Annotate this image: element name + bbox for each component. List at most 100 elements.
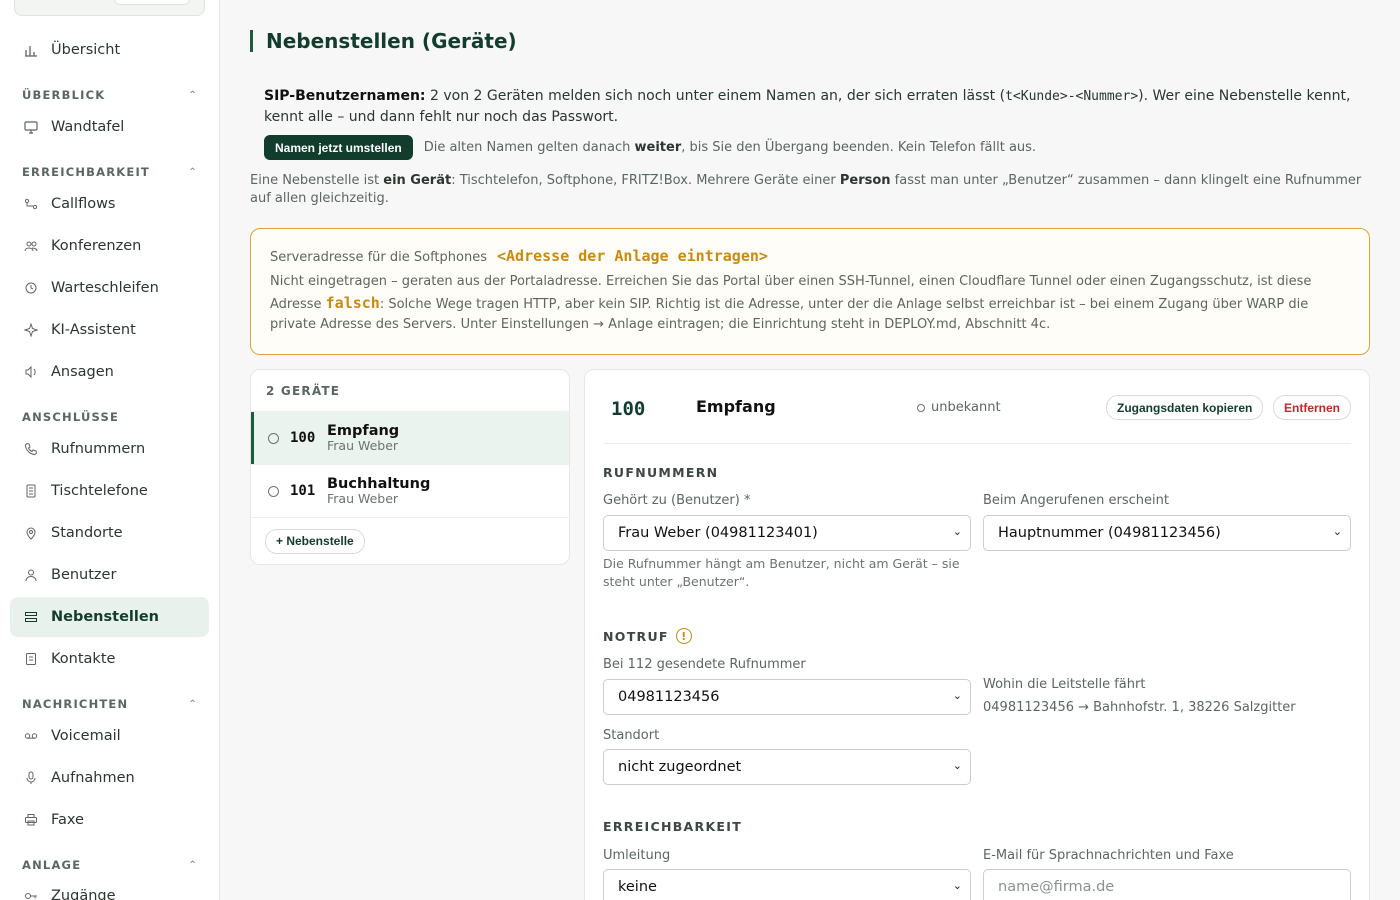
detail-number: 100 xyxy=(611,398,646,420)
copy-credentials-button[interactable]: Zugangsdaten kopieren xyxy=(1106,395,1264,420)
sidebar-item-label: Callflows xyxy=(51,196,116,212)
sidebar-item-label: Kontakte xyxy=(51,651,116,667)
user-field-label: Gehört zu (Benutzer) * xyxy=(603,493,751,508)
remove-button[interactable]: Entfernen xyxy=(1273,395,1352,420)
section-rufnummern: RUFNUMMERN xyxy=(603,465,719,480)
sidebar-item-warteschleifen[interactable]: Warteschleifen xyxy=(10,268,209,308)
forward-select[interactable]: keine ⌄ xyxy=(603,869,971,900)
sidebar-item-tischtelefone[interactable]: Tischtelefone xyxy=(10,471,209,511)
sidebar-section-erreichbarkeit[interactable]: ERREICHBARKEIT ⌃ xyxy=(22,165,198,179)
sidebar-item-ki-assistent[interactable]: KI-Assistent xyxy=(10,310,209,350)
user-field-help: Die Rufnummer hängt am Benutzer, nicht a… xyxy=(603,556,960,589)
section-notruf: NOTRUF! xyxy=(603,628,692,644)
sidebar-item-label: Aufnahmen xyxy=(51,770,135,786)
add-device-row: + Nebenstelle xyxy=(251,517,569,564)
sidebar-item-faxe[interactable]: Faxe xyxy=(10,800,209,840)
sidebar-item-label: Wandtafel xyxy=(51,119,125,135)
sidebar-section-anschluesse[interactable]: ANSCHLÜSSE xyxy=(22,410,198,424)
device-row[interactable]: 100 Empfang Frau Weber xyxy=(251,411,569,464)
sidebar-item-label: KI-Assistent xyxy=(51,322,136,338)
device-row[interactable]: 101 Buchhaltung Frau Weber xyxy=(251,464,569,517)
list-icon xyxy=(23,609,39,625)
section-title: ANLAGE xyxy=(22,858,82,872)
sip-notice-text-1: 2 von 2 Geräten melden sich noch unter e… xyxy=(425,88,1006,104)
section-title: NACHRICHTEN xyxy=(22,697,129,711)
location-select[interactable]: nicht zugeordnet ⌄ xyxy=(603,749,971,785)
add-extension-button[interactable]: + Nebenstelle xyxy=(265,528,365,554)
intro-text-2: : Tischtelefon, Softphone, FRITZ!Box. Me… xyxy=(451,173,840,188)
user-select[interactable]: Frau Weber (04981123401) ⌄ xyxy=(603,515,971,551)
warning-icon[interactable]: ! xyxy=(675,628,692,644)
printer-icon xyxy=(23,812,39,828)
email-input[interactable]: name@firma.de xyxy=(983,869,1351,900)
location-select-value: nicht zugeordnet xyxy=(618,759,742,775)
sidebar-item-uebersicht[interactable]: Übersicht xyxy=(10,30,209,70)
radio-icon[interactable] xyxy=(268,485,279,497)
tenant-switcher-button[interactable] xyxy=(114,0,190,5)
intro-text-1: Eine Nebenstelle ist xyxy=(250,173,384,188)
main-content: Nebenstellen (Geräte) SIP-Benutzernamen:… xyxy=(220,0,1400,900)
sidebar-item-standorte[interactable]: Standorte xyxy=(10,513,209,553)
device-name: Buchhaltung xyxy=(327,476,431,492)
sidebar-item-label: Ansagen xyxy=(51,364,114,380)
sparkle-icon xyxy=(23,322,39,338)
sidebar-item-label: Übersicht xyxy=(51,42,121,58)
bar-chart-icon xyxy=(23,42,39,58)
sidebar-item-konferenzen[interactable]: Konferenzen xyxy=(10,226,209,266)
caller-id-label: Beim Angerufenen erscheint xyxy=(983,493,1169,508)
clock-icon xyxy=(23,280,39,296)
section-erreichbarkeit: ERREICHBARKEIT xyxy=(603,819,743,834)
chevron-up-icon: ⌃ xyxy=(188,859,198,871)
sip-action-row: Namen jetzt umstellen Die alten Namen ge… xyxy=(264,135,1036,160)
server-address-value[interactable]: <Adresse der Anlage eintragen> xyxy=(497,247,768,265)
rename-now-button[interactable]: Namen jetzt umstellen xyxy=(264,135,413,160)
sidebar-item-kontakte[interactable]: Kontakte xyxy=(10,639,209,679)
section-title: ERREICHBARKEIT xyxy=(22,165,150,179)
sidebar-item-callflows[interactable]: Callflows xyxy=(10,184,209,224)
intro-text: Eine Nebenstelle ist ein Gerät: Tischtel… xyxy=(250,172,1370,208)
chevron-down-icon: ⌄ xyxy=(952,759,962,772)
chevron-up-icon: ⌃ xyxy=(188,698,198,710)
sidebar-item-voicemail[interactable]: Voicemail xyxy=(10,716,209,756)
section-title: ANSCHLÜSSE xyxy=(22,410,120,424)
sidebar-item-zugaenge[interactable]: Zugänge xyxy=(10,876,209,900)
device-detail-panel: 100 Empfang unbekannt Zugangsdaten kopie… xyxy=(584,369,1370,900)
server-address-label: Serveradresse für die Softphones xyxy=(270,250,487,265)
sidebar-item-ansagen[interactable]: Ansagen xyxy=(10,352,209,392)
caller-id-select[interactable]: Hauptnummer (04981123456) ⌄ xyxy=(983,515,1351,551)
sidebar-section-ueberblick[interactable]: ÜBERBLICK ⌃ xyxy=(22,88,198,102)
key-icon xyxy=(23,888,39,900)
sidebar-item-rufnummern[interactable]: Rufnummern xyxy=(10,429,209,469)
device-user: Frau Weber xyxy=(327,438,399,453)
location-label: Standort xyxy=(603,728,660,743)
device-list-header: 2 GERÄTE xyxy=(266,383,341,398)
sidebar-item-wandtafel[interactable]: Wandtafel xyxy=(10,107,209,147)
chevron-up-icon: ⌃ xyxy=(188,166,198,178)
sidebar-item-nebenstellen[interactable]: Nebenstellen xyxy=(10,597,209,637)
status-dot-icon xyxy=(917,403,925,412)
tenant-switcher[interactable] xyxy=(14,0,205,16)
radio-icon[interactable] xyxy=(268,432,279,444)
detail-name[interactable]: Empfang xyxy=(696,397,776,416)
emergency-number-select[interactable]: 04981123456 ⌄ xyxy=(603,679,971,715)
forward-label: Umleitung xyxy=(603,848,671,863)
page-title: Nebenstellen (Geräte) xyxy=(250,30,517,52)
sidebar-section-nachrichten[interactable]: NACHRICHTEN ⌃ xyxy=(22,697,198,711)
device-detail-header: 100 Empfang unbekannt Zugangsdaten kopie… xyxy=(603,390,1352,444)
sidebar-item-label: Rufnummern xyxy=(51,441,146,457)
intro-bold-2: Person xyxy=(839,173,891,188)
location-pin-icon xyxy=(23,525,39,541)
sidebar-item-aufnahmen[interactable]: Aufnahmen xyxy=(10,758,209,798)
sidebar-section-anlage[interactable]: ANLAGE ⌃ xyxy=(22,858,198,872)
dispatch-destination-value: 04981123456 → Bahnhofstr. 1, 38226 Salzg… xyxy=(983,700,1296,715)
section-title: ÜBERBLICK xyxy=(22,88,106,102)
rename-note-text-1: Die alten Namen gelten danach xyxy=(423,140,635,155)
user-select-value: Frau Weber (04981123401) xyxy=(618,525,818,541)
monitor-icon xyxy=(23,119,39,135)
dispatch-destination-label: Wohin die Leitstelle fährt xyxy=(983,677,1146,692)
sip-username-pattern: t<Kunde>-<Nummer> xyxy=(1005,89,1139,104)
chevron-down-icon: ⌄ xyxy=(952,689,962,702)
sidebar-item-benutzer[interactable]: Benutzer xyxy=(10,555,209,595)
sidebar-item-label: Zugänge xyxy=(51,888,116,900)
email-label: E-Mail für Sprachnachrichten und Faxe xyxy=(983,848,1234,863)
